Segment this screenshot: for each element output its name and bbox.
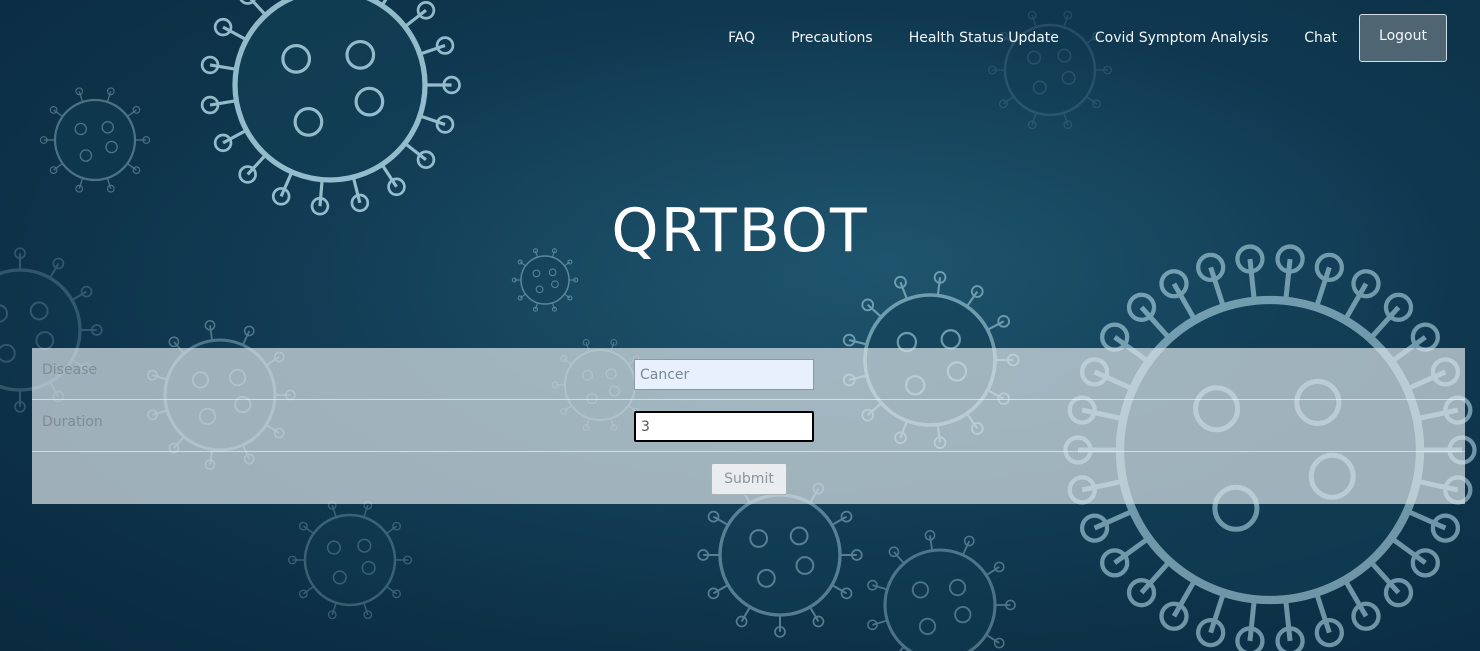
submit-button[interactable]: Submit [711, 463, 787, 495]
nav-link-precautions[interactable]: Precautions [791, 30, 873, 46]
top-navigation: FAQ Precautions Health Status Update Cov… [728, 14, 1447, 62]
virus-background-image [0, 0, 1480, 651]
disease-form: Disease Duration Submit [32, 348, 1465, 504]
nav-link-health-status-update[interactable]: Health Status Update [909, 30, 1059, 46]
disease-row: Disease [32, 348, 1465, 400]
nav-link-faq[interactable]: FAQ [728, 30, 755, 46]
logout-button[interactable]: Logout [1359, 14, 1447, 62]
submit-row: Submit [32, 452, 1465, 504]
disease-label: Disease [42, 362, 98, 378]
duration-label: Duration [42, 414, 103, 430]
disease-input[interactable] [634, 359, 814, 390]
nav-link-covid-symptom-analysis[interactable]: Covid Symptom Analysis [1095, 30, 1268, 46]
nav-link-chat[interactable]: Chat [1304, 30, 1337, 46]
duration-input[interactable] [634, 411, 814, 442]
duration-row: Duration [32, 400, 1465, 452]
page-title: QRTBOT [611, 196, 869, 266]
